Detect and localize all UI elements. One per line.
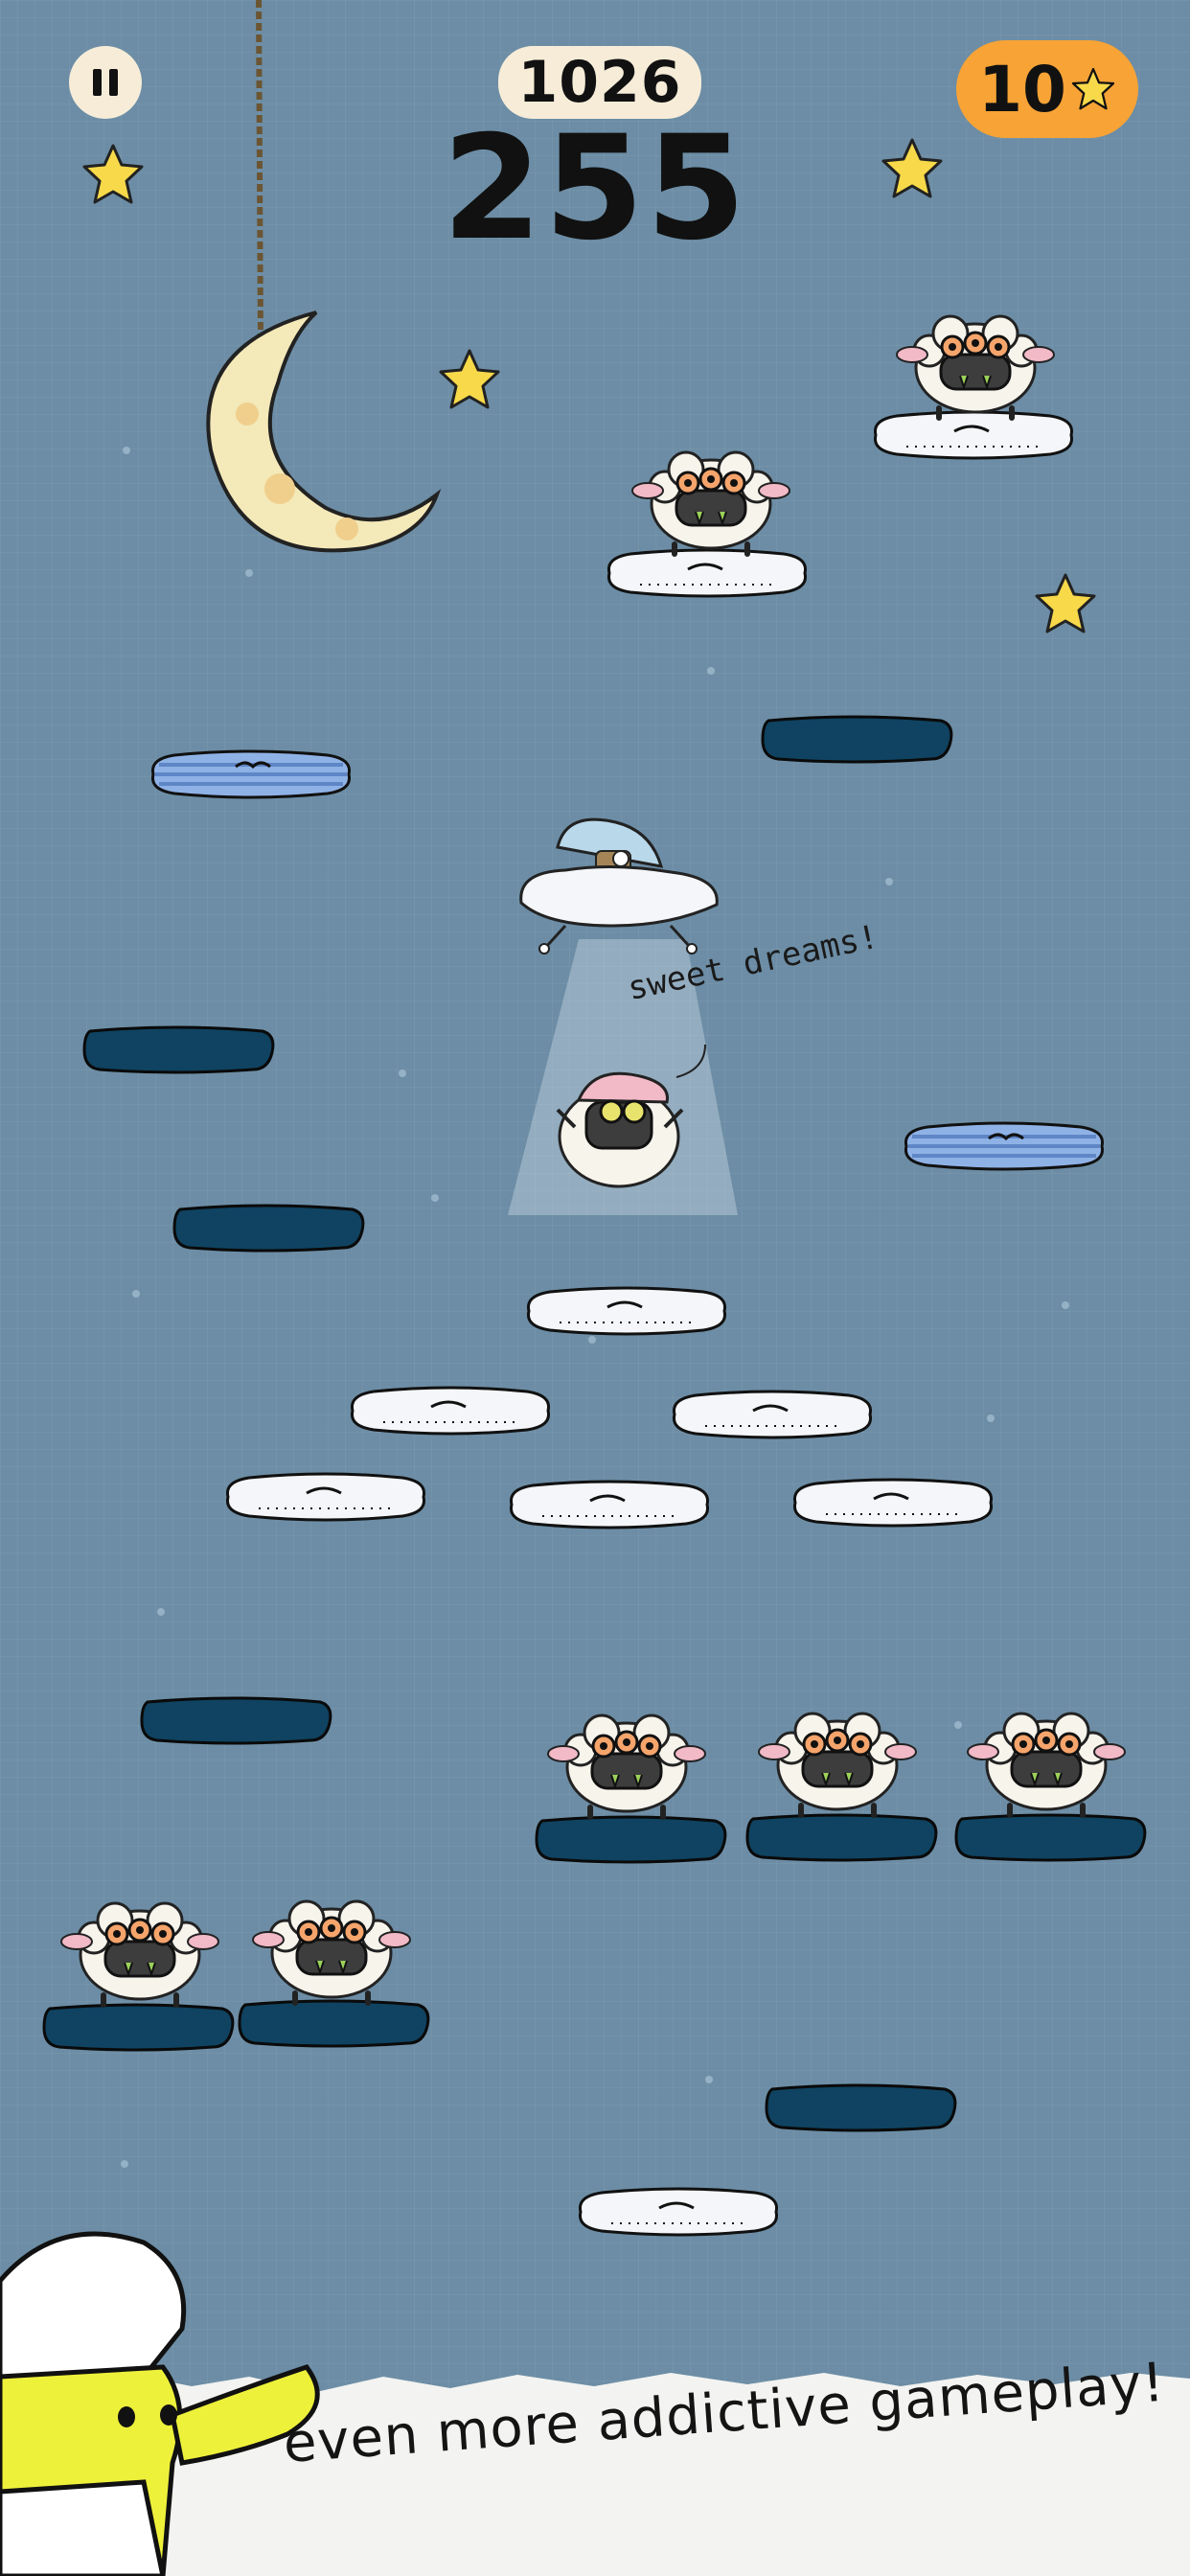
star-pickup: [1035, 573, 1096, 633]
pause-button[interactable]: [69, 46, 142, 119]
sheep-monster: [548, 1715, 705, 1817]
game-screen: 1026 255 10 sweet dreams! even more addi…: [0, 0, 1190, 2576]
dark-platform: [761, 715, 953, 764]
dark-platform: [42, 2003, 235, 2052]
sheep-monster: [897, 316, 1054, 418]
sheep-monster: [968, 1714, 1125, 1815]
pause-icon: [93, 69, 102, 96]
star-pickup: [439, 349, 500, 409]
pillow-platform: [350, 1386, 551, 1436]
sheep-monster: [759, 1714, 916, 1815]
sheep-monster: [61, 1903, 218, 2005]
sheep-monster: [632, 452, 790, 554]
dark-platform: [82, 1025, 275, 1074]
sheep-monster: [253, 1901, 410, 2003]
dark-platform: [535, 1815, 727, 1864]
dark-platform: [238, 1999, 430, 2048]
current-score: 255: [442, 105, 748, 272]
pillow-platform: [225, 1472, 426, 1522]
stars-collected-badge: 10: [956, 40, 1138, 138]
dark-platform: [954, 1813, 1147, 1862]
pillow-platform: [526, 1286, 727, 1336]
doodler-character: [0, 2231, 320, 2576]
dark-platform: [172, 1204, 365, 1253]
dark-platform: [745, 1813, 938, 1862]
dark-platform: [765, 2083, 957, 2132]
dark-platform: [140, 1696, 332, 1745]
pillow-platform: [672, 1390, 873, 1439]
pillow-platform: [792, 1478, 994, 1528]
moon-decoration: [206, 310, 442, 553]
stars-count: 10: [978, 52, 1066, 126]
pillow-platform: [509, 1480, 710, 1530]
blue-pillow-platform: [904, 1121, 1105, 1171]
pillow-platform: [873, 410, 1074, 460]
pillow-platform: [606, 548, 808, 598]
blue-pillow-platform: [150, 749, 352, 799]
star-icon: [1071, 67, 1115, 110]
pillow-platform: [578, 2187, 779, 2237]
